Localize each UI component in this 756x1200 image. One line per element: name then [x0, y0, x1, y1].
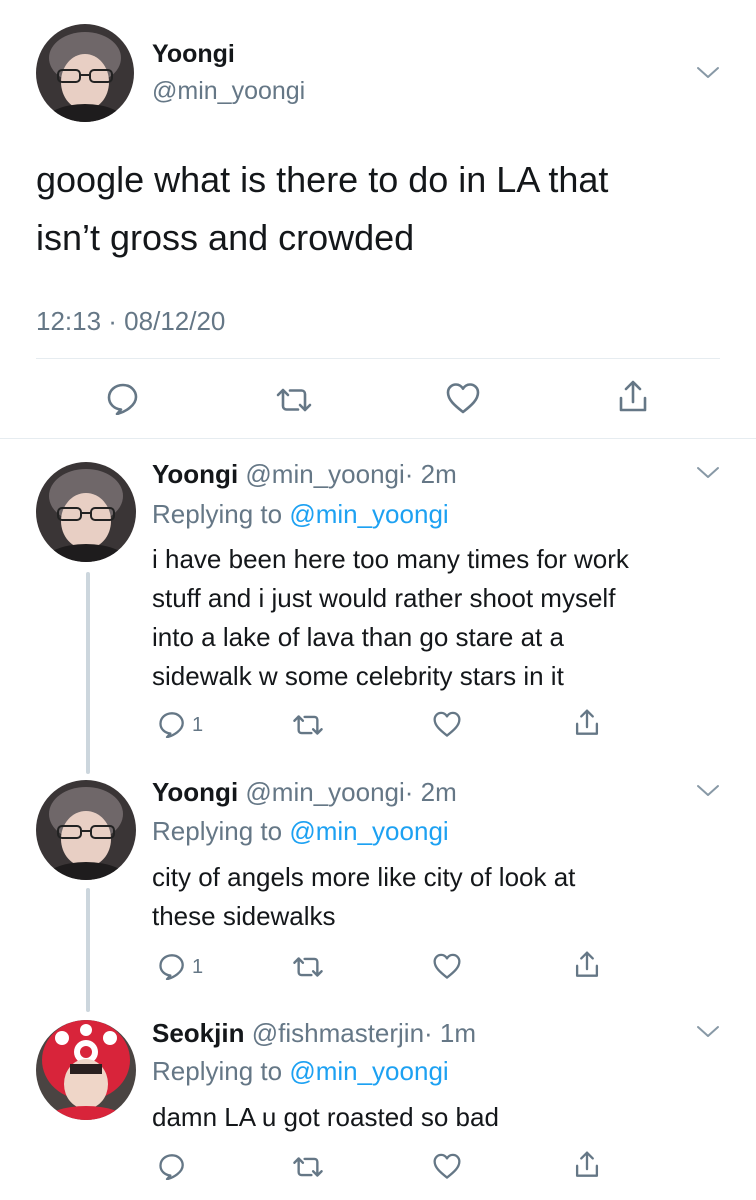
heart-icon[interactable]: [432, 952, 462, 980]
thread-line: [86, 888, 90, 1012]
retweet-icon[interactable]: [274, 386, 314, 414]
reply-1-line-2: stuff and i just would rather shoot myse…: [152, 583, 616, 613]
reply-1-replying-to: Replying to @min_yoongi: [152, 499, 449, 530]
reply-1-avatar[interactable]: [36, 462, 136, 562]
reply-2-handle[interactable]: @min_yoongi: [245, 777, 404, 807]
reply-1-time[interactable]: · 2m: [405, 459, 457, 489]
reply-3-header: Seokjin @fishmasterjin· 1m: [152, 1018, 476, 1049]
reply-2-line-1: city of angels more like city of look at: [152, 862, 576, 892]
main-tweet-divider: [36, 358, 720, 359]
heart-icon[interactable]: [445, 381, 481, 415]
share-icon[interactable]: [573, 1149, 601, 1181]
reply-3-name[interactable]: Seokjin: [152, 1018, 244, 1048]
main-tweet-name[interactable]: Yoongi: [152, 40, 235, 69]
section-divider: [0, 438, 756, 439]
reply-3-text: damn LA u got roasted so bad: [152, 1098, 499, 1137]
reply-1-line-3: into a lake of lava than go stare at a: [152, 622, 564, 652]
replying-to-label: Replying to: [152, 1056, 283, 1086]
chevron-down-icon[interactable]: [696, 784, 720, 798]
main-tweet-text-line-1: google what is there to do in LA that: [36, 159, 609, 200]
share-icon[interactable]: [573, 707, 601, 739]
reply-1-line-4: sidewalk w some celebrity stars in it: [152, 661, 564, 691]
reply-2-avatar[interactable]: [36, 780, 136, 880]
reply-3-avatar[interactable]: [36, 1020, 136, 1120]
reply-1-header: Yoongi @min_yoongi· 2m: [152, 459, 457, 490]
reply-1-handle[interactable]: @min_yoongi: [245, 459, 404, 489]
main-tweet-handle[interactable]: @min_yoongi: [152, 77, 305, 106]
reply-3-time[interactable]: · 1m: [424, 1018, 476, 1048]
thread-line: [86, 572, 90, 774]
reply-count: 1: [192, 956, 204, 978]
replying-to-handle[interactable]: @min_yoongi: [289, 816, 448, 846]
reply-2-header: Yoongi @min_yoongi· 2m: [152, 777, 457, 808]
replying-to-handle[interactable]: @min_yoongi: [289, 499, 448, 529]
heart-icon[interactable]: [432, 1152, 462, 1180]
retweet-icon[interactable]: [291, 713, 325, 737]
share-icon[interactable]: [616, 378, 650, 416]
reply-2-line-2: these sidewalks: [152, 901, 336, 931]
reply-1-text: i have been here too many times for work…: [152, 540, 629, 696]
reply-count: 1: [192, 714, 204, 736]
replying-to-label: Replying to: [152, 499, 283, 529]
reply-bubble-icon[interactable]: [158, 710, 186, 738]
reply-3-line-1: damn LA u got roasted so bad: [152, 1102, 499, 1132]
main-tweet-text-line-2: isn’t gross and crowded: [36, 217, 415, 258]
reply-bubble-icon[interactable]: [158, 1152, 186, 1180]
reply-2-name[interactable]: Yoongi: [152, 777, 238, 807]
retweet-icon[interactable]: [291, 955, 325, 979]
reply-3-replying-to: Replying to @min_yoongi: [152, 1056, 449, 1087]
reply-3-handle[interactable]: @fishmasterjin: [252, 1018, 424, 1048]
retweet-icon[interactable]: [291, 1155, 325, 1179]
replying-to-handle[interactable]: @min_yoongi: [289, 1056, 448, 1086]
main-tweet-avatar[interactable]: [36, 24, 134, 122]
share-icon[interactable]: [573, 949, 601, 981]
reply-bubble-icon[interactable]: [106, 381, 140, 415]
reply-1-line-1: i have been here too many times for work: [152, 544, 629, 574]
reply-2-time[interactable]: · 2m: [405, 777, 457, 807]
chevron-down-icon[interactable]: [696, 1025, 720, 1039]
main-tweet-timestamp[interactable]: 12:13 · 08/12/20: [36, 306, 225, 337]
heart-icon[interactable]: [432, 710, 462, 738]
chevron-down-icon[interactable]: [696, 466, 720, 480]
reply-2-text: city of angels more like city of look at…: [152, 858, 575, 936]
reply-2-replying-to: Replying to @min_yoongi: [152, 816, 449, 847]
replying-to-label: Replying to: [152, 816, 283, 846]
chevron-down-icon[interactable]: [696, 66, 720, 80]
reply-1-name[interactable]: Yoongi: [152, 459, 238, 489]
reply-bubble-icon[interactable]: [158, 952, 186, 980]
